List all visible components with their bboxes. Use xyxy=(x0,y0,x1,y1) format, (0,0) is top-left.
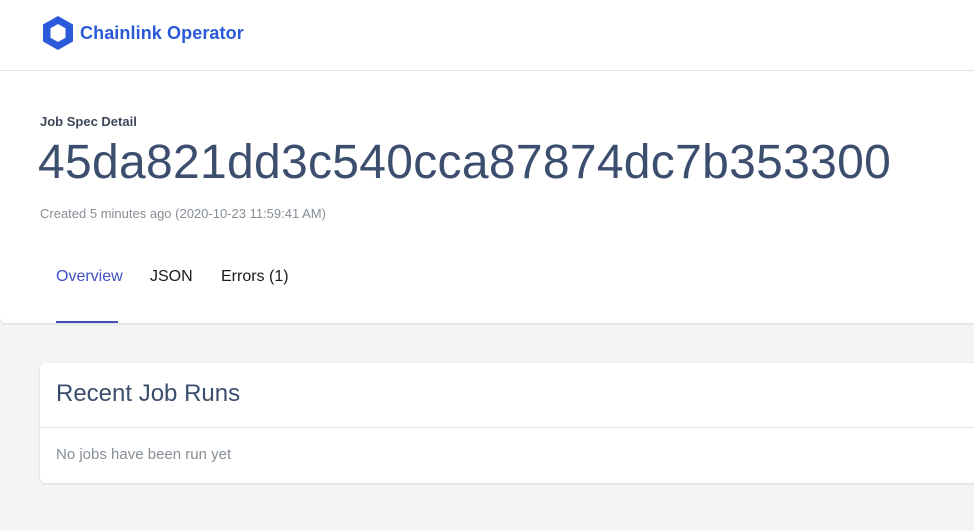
job-spec-header: Job Spec Detail 45da821dd3c540cca87874dc… xyxy=(0,71,974,323)
chainlink-hexagon-icon xyxy=(40,14,76,52)
tab-overview[interactable]: Overview xyxy=(56,268,123,286)
breadcrumb: Job Spec Detail xyxy=(40,114,137,129)
top-app-bar: Chainlink Operator xyxy=(0,0,974,70)
brand-title: Chainlink Operator xyxy=(80,22,244,43)
tab-errors[interactable]: Errors (1) xyxy=(221,268,289,286)
card-title: Recent Job Runs xyxy=(56,380,241,407)
recent-job-runs-card: Recent Job Runs No jobs have been run ye… xyxy=(40,363,974,483)
page-title: 45da821dd3c540cca87874dc7b353300 xyxy=(38,136,892,189)
created-timestamp: Created 5 minutes ago (2020-10-23 11:59:… xyxy=(40,206,326,221)
active-tab-indicator xyxy=(56,321,118,323)
tab-bar: Overview JSON Errors (1) xyxy=(0,251,974,323)
tab-json[interactable]: JSON xyxy=(150,268,193,286)
brand-logo-link[interactable]: Chainlink Operator xyxy=(40,14,244,52)
empty-state-message: No jobs have been run yet xyxy=(56,446,232,463)
divider xyxy=(40,427,974,428)
